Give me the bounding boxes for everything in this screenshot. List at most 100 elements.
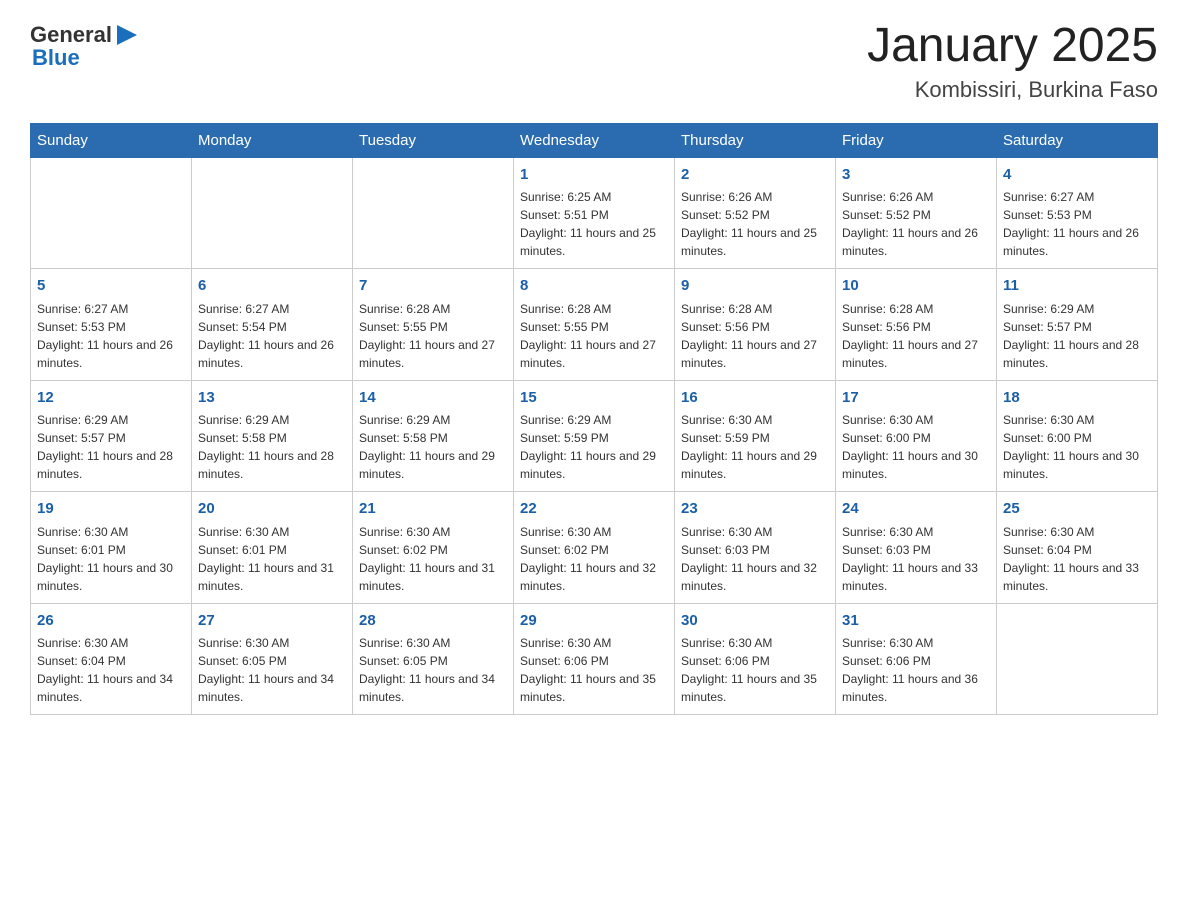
- calendar-cell: 19Sunrise: 6:30 AMSunset: 6:01 PMDayligh…: [31, 492, 192, 604]
- calendar-cell: 21Sunrise: 6:30 AMSunset: 6:02 PMDayligh…: [353, 492, 514, 604]
- calendar-cell: 6Sunrise: 6:27 AMSunset: 5:54 PMDaylight…: [192, 269, 353, 381]
- day-info: Sunrise: 6:30 AMSunset: 6:01 PMDaylight:…: [37, 523, 185, 595]
- day-number: 23: [681, 498, 829, 521]
- weekday-header-row: SundayMondayTuesdayWednesdayThursdayFrid…: [31, 123, 1158, 157]
- day-info: Sunrise: 6:29 AMSunset: 5:58 PMDaylight:…: [198, 411, 346, 483]
- day-info: Sunrise: 6:27 AMSunset: 5:54 PMDaylight:…: [198, 300, 346, 372]
- day-info: Sunrise: 6:30 AMSunset: 6:06 PMDaylight:…: [842, 634, 990, 706]
- calendar-cell: 10Sunrise: 6:28 AMSunset: 5:56 PMDayligh…: [836, 269, 997, 381]
- day-number: 28: [359, 610, 507, 633]
- day-info: Sunrise: 6:29 AMSunset: 5:58 PMDaylight:…: [359, 411, 507, 483]
- calendar-cell: 7Sunrise: 6:28 AMSunset: 5:55 PMDaylight…: [353, 269, 514, 381]
- day-info: Sunrise: 6:27 AMSunset: 5:53 PMDaylight:…: [37, 300, 185, 372]
- calendar-cell: 28Sunrise: 6:30 AMSunset: 6:05 PMDayligh…: [353, 603, 514, 715]
- calendar-cell: 23Sunrise: 6:30 AMSunset: 6:03 PMDayligh…: [675, 492, 836, 604]
- day-number: 27: [198, 610, 346, 633]
- day-number: 7: [359, 275, 507, 298]
- calendar-cell: 1Sunrise: 6:25 AMSunset: 5:51 PMDaylight…: [514, 157, 675, 269]
- calendar-cell: 30Sunrise: 6:30 AMSunset: 6:06 PMDayligh…: [675, 603, 836, 715]
- day-info: Sunrise: 6:30 AMSunset: 6:05 PMDaylight:…: [198, 634, 346, 706]
- calendar-cell: 26Sunrise: 6:30 AMSunset: 6:04 PMDayligh…: [31, 603, 192, 715]
- calendar-cell: 25Sunrise: 6:30 AMSunset: 6:04 PMDayligh…: [997, 492, 1158, 604]
- day-info: Sunrise: 6:30 AMSunset: 6:04 PMDaylight:…: [1003, 523, 1151, 595]
- calendar-cell: 15Sunrise: 6:29 AMSunset: 5:59 PMDayligh…: [514, 380, 675, 492]
- calendar-week-row: 26Sunrise: 6:30 AMSunset: 6:04 PMDayligh…: [31, 603, 1158, 715]
- day-number: 30: [681, 610, 829, 633]
- calendar-cell: 27Sunrise: 6:30 AMSunset: 6:05 PMDayligh…: [192, 603, 353, 715]
- day-number: 29: [520, 610, 668, 633]
- calendar-cell: 17Sunrise: 6:30 AMSunset: 6:00 PMDayligh…: [836, 380, 997, 492]
- day-info: Sunrise: 6:30 AMSunset: 6:03 PMDaylight:…: [681, 523, 829, 595]
- calendar-cell: 24Sunrise: 6:30 AMSunset: 6:03 PMDayligh…: [836, 492, 997, 604]
- weekday-header-saturday: Saturday: [997, 123, 1158, 157]
- day-info: Sunrise: 6:30 AMSunset: 6:02 PMDaylight:…: [359, 523, 507, 595]
- calendar-cell: 8Sunrise: 6:28 AMSunset: 5:55 PMDaylight…: [514, 269, 675, 381]
- calendar-week-row: 1Sunrise: 6:25 AMSunset: 5:51 PMDaylight…: [31, 157, 1158, 269]
- day-number: 26: [37, 610, 185, 633]
- day-number: 19: [37, 498, 185, 521]
- day-number: 9: [681, 275, 829, 298]
- day-number: 14: [359, 387, 507, 410]
- day-number: 13: [198, 387, 346, 410]
- page-header: General Blue January 2025 Kombissiri, Bu…: [30, 20, 1158, 103]
- day-number: 11: [1003, 275, 1151, 298]
- calendar-week-row: 5Sunrise: 6:27 AMSunset: 5:53 PMDaylight…: [31, 269, 1158, 381]
- day-info: Sunrise: 6:30 AMSunset: 6:03 PMDaylight:…: [842, 523, 990, 595]
- title-block: January 2025 Kombissiri, Burkina Faso: [867, 20, 1158, 103]
- logo-blue-text: Blue: [32, 45, 80, 71]
- day-info: Sunrise: 6:28 AMSunset: 5:55 PMDaylight:…: [520, 300, 668, 372]
- day-info: Sunrise: 6:26 AMSunset: 5:52 PMDaylight:…: [681, 188, 829, 260]
- weekday-header-tuesday: Tuesday: [353, 123, 514, 157]
- calendar-body: 1Sunrise: 6:25 AMSunset: 5:51 PMDaylight…: [31, 157, 1158, 715]
- calendar-cell: [192, 157, 353, 269]
- day-number: 17: [842, 387, 990, 410]
- calendar-header: SundayMondayTuesdayWednesdayThursdayFrid…: [31, 123, 1158, 157]
- day-number: 12: [37, 387, 185, 410]
- calendar-cell: 18Sunrise: 6:30 AMSunset: 6:00 PMDayligh…: [997, 380, 1158, 492]
- weekday-header-monday: Monday: [192, 123, 353, 157]
- day-number: 1: [520, 164, 668, 187]
- day-number: 31: [842, 610, 990, 633]
- day-number: 22: [520, 498, 668, 521]
- day-info: Sunrise: 6:29 AMSunset: 5:57 PMDaylight:…: [37, 411, 185, 483]
- day-info: Sunrise: 6:29 AMSunset: 5:57 PMDaylight:…: [1003, 300, 1151, 372]
- day-info: Sunrise: 6:30 AMSunset: 6:04 PMDaylight:…: [37, 634, 185, 706]
- day-number: 8: [520, 275, 668, 298]
- month-title: January 2025: [867, 20, 1158, 73]
- day-info: Sunrise: 6:30 AMSunset: 6:02 PMDaylight:…: [520, 523, 668, 595]
- logo-triangle-icon: [113, 21, 141, 49]
- day-info: Sunrise: 6:27 AMSunset: 5:53 PMDaylight:…: [1003, 188, 1151, 260]
- calendar-cell: [997, 603, 1158, 715]
- calendar-cell: 22Sunrise: 6:30 AMSunset: 6:02 PMDayligh…: [514, 492, 675, 604]
- calendar-cell: [31, 157, 192, 269]
- calendar-cell: 14Sunrise: 6:29 AMSunset: 5:58 PMDayligh…: [353, 380, 514, 492]
- calendar-cell: 12Sunrise: 6:29 AMSunset: 5:57 PMDayligh…: [31, 380, 192, 492]
- calendar-cell: 29Sunrise: 6:30 AMSunset: 6:06 PMDayligh…: [514, 603, 675, 715]
- day-info: Sunrise: 6:30 AMSunset: 5:59 PMDaylight:…: [681, 411, 829, 483]
- day-info: Sunrise: 6:30 AMSunset: 6:01 PMDaylight:…: [198, 523, 346, 595]
- day-number: 21: [359, 498, 507, 521]
- day-number: 4: [1003, 164, 1151, 187]
- day-number: 10: [842, 275, 990, 298]
- calendar-cell: 4Sunrise: 6:27 AMSunset: 5:53 PMDaylight…: [997, 157, 1158, 269]
- weekday-header-thursday: Thursday: [675, 123, 836, 157]
- calendar-cell: 16Sunrise: 6:30 AMSunset: 5:59 PMDayligh…: [675, 380, 836, 492]
- calendar-cell: 11Sunrise: 6:29 AMSunset: 5:57 PMDayligh…: [997, 269, 1158, 381]
- day-info: Sunrise: 6:30 AMSunset: 6:05 PMDaylight:…: [359, 634, 507, 706]
- calendar-cell: 13Sunrise: 6:29 AMSunset: 5:58 PMDayligh…: [192, 380, 353, 492]
- day-number: 2: [681, 164, 829, 187]
- day-info: Sunrise: 6:28 AMSunset: 5:56 PMDaylight:…: [681, 300, 829, 372]
- calendar-cell: 31Sunrise: 6:30 AMSunset: 6:06 PMDayligh…: [836, 603, 997, 715]
- day-info: Sunrise: 6:30 AMSunset: 6:06 PMDaylight:…: [520, 634, 668, 706]
- day-number: 15: [520, 387, 668, 410]
- calendar-cell: 3Sunrise: 6:26 AMSunset: 5:52 PMDaylight…: [836, 157, 997, 269]
- day-number: 25: [1003, 498, 1151, 521]
- day-info: Sunrise: 6:30 AMSunset: 6:00 PMDaylight:…: [1003, 411, 1151, 483]
- day-number: 24: [842, 498, 990, 521]
- location-title: Kombissiri, Burkina Faso: [867, 77, 1158, 103]
- day-info: Sunrise: 6:28 AMSunset: 5:56 PMDaylight:…: [842, 300, 990, 372]
- day-number: 5: [37, 275, 185, 298]
- calendar-week-row: 12Sunrise: 6:29 AMSunset: 5:57 PMDayligh…: [31, 380, 1158, 492]
- weekday-header-friday: Friday: [836, 123, 997, 157]
- logo: General Blue: [30, 20, 141, 71]
